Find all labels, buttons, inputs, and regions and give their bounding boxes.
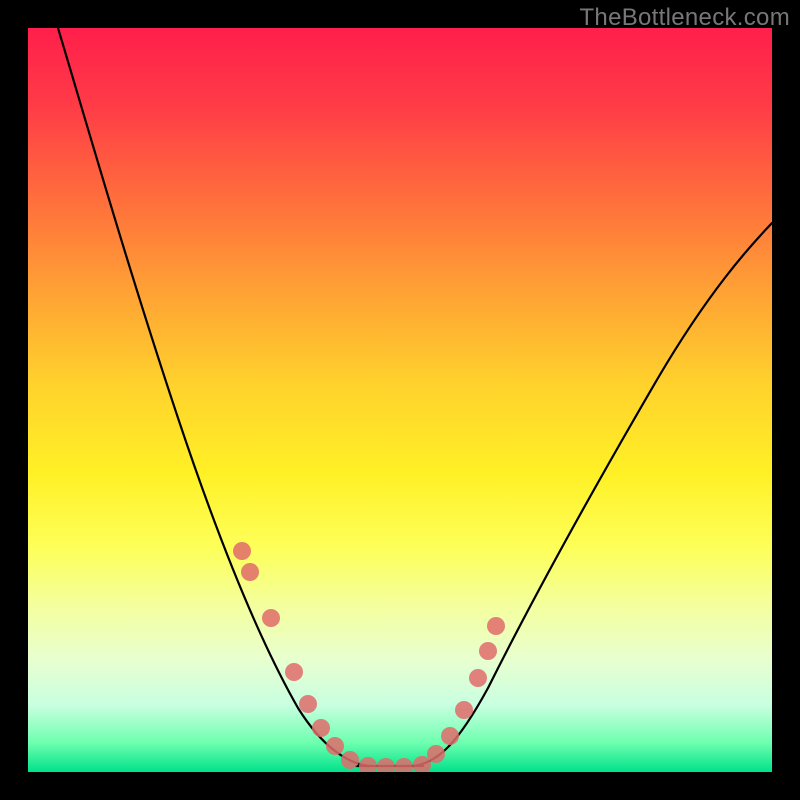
marker-dot [241,563,259,581]
watermark-text: TheBottleneck.com [579,4,790,32]
marker-dot [299,695,317,713]
chart-svg [28,28,772,772]
marker-dot [359,757,377,772]
marker-dot [427,745,445,763]
marker-dot [479,642,497,660]
marker-dot [487,617,505,635]
marker-dot [341,751,359,769]
marker-dot [469,669,487,687]
marker-dot [455,701,473,719]
marker-dot [377,758,395,772]
marker-dot [441,727,459,745]
chart-gradient-frame [28,28,772,772]
curve-left-arm [58,28,368,766]
curve-right-arm [413,223,772,766]
marker-dot [395,758,413,772]
marker-dot [326,737,344,755]
marker-dot [312,719,330,737]
marker-dot [233,542,251,560]
marker-dot [262,609,280,627]
marker-dot [285,663,303,681]
